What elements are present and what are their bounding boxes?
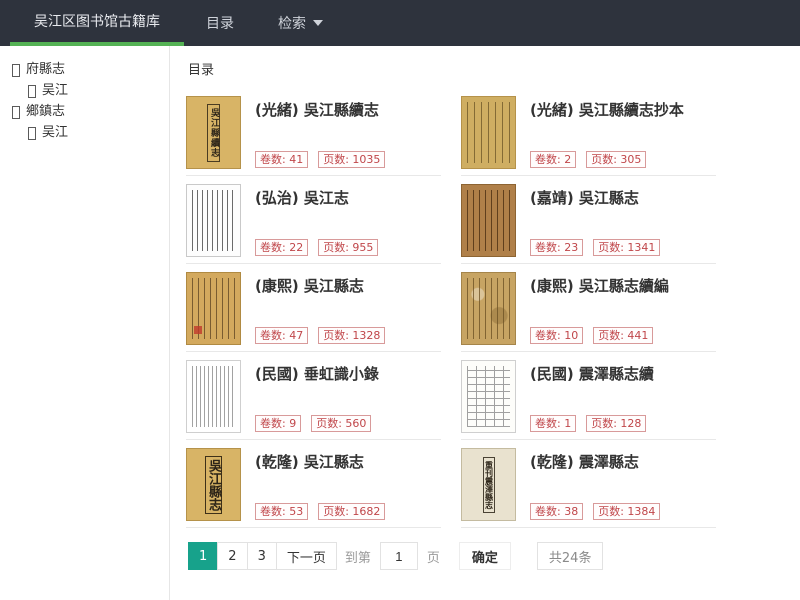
book-thumbnail[interactable]: [461, 184, 516, 257]
top-navbar: 吴江区图书馆古籍库 目录 检索: [0, 0, 800, 46]
book-thumbnail[interactable]: [186, 360, 241, 433]
brand-link[interactable]: 吴江区图书馆古籍库: [10, 0, 184, 46]
pages-badge: 页数: 305: [586, 151, 646, 168]
sidebar-item-wujiang-2[interactable]: 吴江: [12, 123, 169, 143]
book-title[interactable]: (乾隆) 吳江縣志: [255, 451, 441, 472]
book-thumbnail[interactable]: [186, 184, 241, 257]
nav-item-search[interactable]: 检索: [256, 0, 345, 46]
tree-label: 府縣志: [26, 60, 65, 80]
cover-text: 吳江縣志: [205, 456, 222, 514]
pages-badge: 页数: 560: [311, 415, 371, 432]
book-card[interactable]: 吳江縣志 (乾隆) 吳江縣志 卷数: 53 页数: 1682: [186, 440, 441, 528]
nav-search-label: 检索: [278, 13, 306, 33]
total-count-badge: 共24条: [537, 542, 604, 570]
book-thumbnail[interactable]: 重刊震澤縣志: [461, 448, 516, 521]
volumes-badge: 卷数: 47: [255, 327, 308, 344]
page-title: 目录: [188, 59, 800, 78]
volumes-badge: 卷数: 53: [255, 503, 308, 520]
book-thumbnail[interactable]: 吳江縣續志: [186, 96, 241, 169]
tree-node-icon: [12, 64, 20, 77]
tree-node-icon: [28, 85, 36, 98]
pages-badge: 页数: 1035: [318, 151, 385, 168]
cover-text: 重刊震澤縣志: [483, 457, 495, 513]
page-button-3[interactable]: 3: [247, 542, 277, 570]
goto-prefix-label: 到第: [345, 547, 371, 566]
volumes-badge: 卷数: 38: [530, 503, 583, 520]
book-grid: 吳江縣續志 (光緒) 吳江縣續志 卷数: 41 页数: 1035 (光緒) 吳江…: [186, 88, 716, 528]
book-title[interactable]: (光緒) 吳江縣續志抄本: [530, 99, 716, 120]
book-thumbnail[interactable]: [461, 96, 516, 169]
book-card[interactable]: (康熙) 吳江縣志續編 卷数: 10 页数: 441: [461, 264, 716, 352]
sidebar-item-xiangzhenzhi[interactable]: 鄉鎮志: [12, 102, 169, 122]
book-title[interactable]: (康熙) 吳江縣志續編: [530, 275, 716, 296]
book-title[interactable]: (嘉靖) 吳江縣志: [530, 187, 716, 208]
volumes-badge: 卷数: 9: [255, 415, 301, 432]
pages-badge: 页数: 1328: [318, 327, 385, 344]
pages-badge: 页数: 1384: [593, 503, 660, 520]
tree-label: 鄉鎮志: [26, 102, 65, 122]
tree-node-icon: [28, 127, 36, 140]
book-card[interactable]: 重刊震澤縣志 (乾隆) 震澤縣志 卷数: 38 页数: 1384: [461, 440, 716, 528]
next-page-button[interactable]: 下一页: [276, 542, 337, 570]
nav-catalog-label: 目录: [206, 13, 234, 33]
category-sidebar: 府縣志 吴江 鄉鎮志 吴江: [0, 46, 170, 600]
brand-title: 吴江区图书馆古籍库: [34, 11, 160, 31]
book-card[interactable]: (弘治) 吳江志 卷数: 22 页数: 955: [186, 176, 441, 264]
pages-badge: 页数: 955: [318, 239, 378, 256]
volumes-badge: 卷数: 10: [530, 327, 583, 344]
book-thumbnail[interactable]: [186, 272, 241, 345]
volumes-badge: 卷数: 1: [530, 415, 576, 432]
sidebar-item-fuxianzhi[interactable]: 府縣志: [12, 60, 169, 80]
sidebar-item-wujiang-1[interactable]: 吴江: [12, 81, 169, 101]
nav-item-catalog[interactable]: 目录: [184, 0, 256, 46]
pagination-bar: 1 2 3 下一页 到第 页 确定 共24条: [188, 542, 800, 570]
book-card[interactable]: (民國) 震澤縣志續 卷数: 1 页数: 128: [461, 352, 716, 440]
volumes-badge: 卷数: 23: [530, 239, 583, 256]
book-thumbnail[interactable]: [461, 272, 516, 345]
book-title[interactable]: (弘治) 吳江志: [255, 187, 441, 208]
book-card[interactable]: (康熙) 吳江縣志 卷数: 47 页数: 1328: [186, 264, 441, 352]
tree-label: 吴江: [42, 81, 68, 101]
pages-badge: 页数: 128: [586, 415, 646, 432]
goto-suffix-label: 页: [427, 547, 440, 566]
page-button-1[interactable]: 1: [188, 542, 218, 570]
catalog-main: 目录 吳江縣續志 (光緒) 吳江縣續志 卷数: 41 页数: 1035 (光緒): [170, 46, 800, 600]
confirm-button[interactable]: 确定: [459, 542, 511, 570]
book-card[interactable]: (民國) 垂虹識小錄 卷数: 9 页数: 560: [186, 352, 441, 440]
chevron-down-icon: [313, 20, 323, 26]
book-card[interactable]: 吳江縣續志 (光緒) 吳江縣續志 卷数: 41 页数: 1035: [186, 88, 441, 176]
goto-page-input[interactable]: [380, 542, 418, 570]
book-thumbnail[interactable]: [461, 360, 516, 433]
pages-badge: 页数: 441: [593, 327, 653, 344]
book-title[interactable]: (康熙) 吳江縣志: [255, 275, 441, 296]
book-title[interactable]: (光緒) 吳江縣續志: [255, 99, 441, 120]
tree-node-icon: [12, 106, 20, 119]
book-card[interactable]: (嘉靖) 吳江縣志 卷数: 23 页数: 1341: [461, 176, 716, 264]
pages-badge: 页数: 1682: [318, 503, 385, 520]
book-card[interactable]: (光緒) 吳江縣續志抄本 卷数: 2 页数: 305: [461, 88, 716, 176]
cover-text: 吳江縣續志: [207, 104, 220, 162]
book-title[interactable]: (民國) 震澤縣志續: [530, 363, 716, 384]
book-title[interactable]: (民國) 垂虹識小錄: [255, 363, 441, 384]
book-thumbnail[interactable]: 吳江縣志: [186, 448, 241, 521]
tree-label: 吴江: [42, 123, 68, 143]
volumes-badge: 卷数: 41: [255, 151, 308, 168]
book-title[interactable]: (乾隆) 震澤縣志: [530, 451, 716, 472]
volumes-badge: 卷数: 2: [530, 151, 576, 168]
volumes-badge: 卷数: 22: [255, 239, 308, 256]
page-button-2[interactable]: 2: [217, 542, 247, 570]
pages-badge: 页数: 1341: [593, 239, 660, 256]
